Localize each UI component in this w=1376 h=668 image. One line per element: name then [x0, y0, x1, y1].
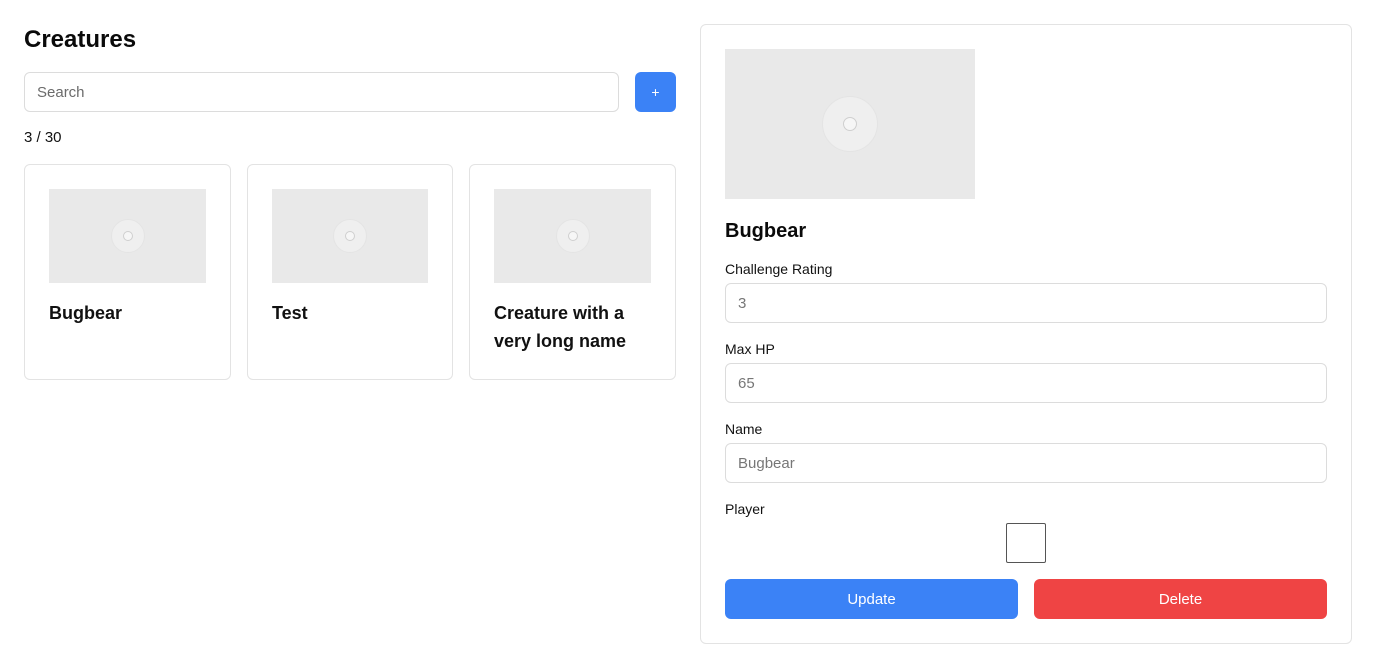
image-placeholder-icon	[555, 219, 590, 253]
player-label: Player	[725, 501, 765, 517]
creature-image	[725, 49, 975, 199]
challenge-rating-input[interactable]	[725, 283, 1327, 323]
name-input[interactable]	[725, 443, 1327, 483]
creature-list-panel: Creatures + 3 / 30 Bugbear Test Creature…	[24, 24, 676, 380]
creature-card-name: Test	[272, 303, 308, 323]
image-placeholder-icon	[110, 219, 145, 253]
creature-card[interactable]: Creature with a very long name	[469, 164, 676, 380]
result-count: 3 / 30	[24, 129, 62, 146]
player-checkbox[interactable]	[1006, 523, 1046, 563]
creature-thumbnail	[494, 189, 651, 283]
image-placeholder-icon	[822, 96, 878, 152]
search-input[interactable]	[24, 72, 619, 112]
creature-card-grid: Bugbear Test Creature with a very long n…	[24, 164, 676, 380]
creature-thumbnail	[272, 189, 428, 283]
creature-card[interactable]: Test	[247, 164, 453, 380]
add-creature-button[interactable]: +	[635, 72, 676, 112]
delete-button[interactable]: Delete	[1034, 579, 1327, 619]
creature-detail-panel: Bugbear Challenge Rating Max HP Name Pla…	[700, 24, 1352, 644]
max-hp-input[interactable]	[725, 363, 1327, 403]
page-title: Creatures	[24, 26, 137, 53]
search-row: +	[24, 72, 676, 112]
max-hp-label: Max HP	[725, 341, 775, 357]
creature-card[interactable]: Bugbear	[24, 164, 231, 380]
creature-thumbnail	[49, 189, 206, 283]
image-placeholder-icon	[333, 219, 367, 253]
creature-card-name: Bugbear	[49, 303, 123, 323]
creature-card-name: Creature with a very long name	[494, 303, 627, 351]
detail-title: Bugbear	[725, 220, 807, 242]
name-label: Name	[725, 421, 763, 437]
update-button[interactable]: Update	[725, 579, 1018, 619]
challenge-rating-label: Challenge Rating	[725, 261, 833, 277]
